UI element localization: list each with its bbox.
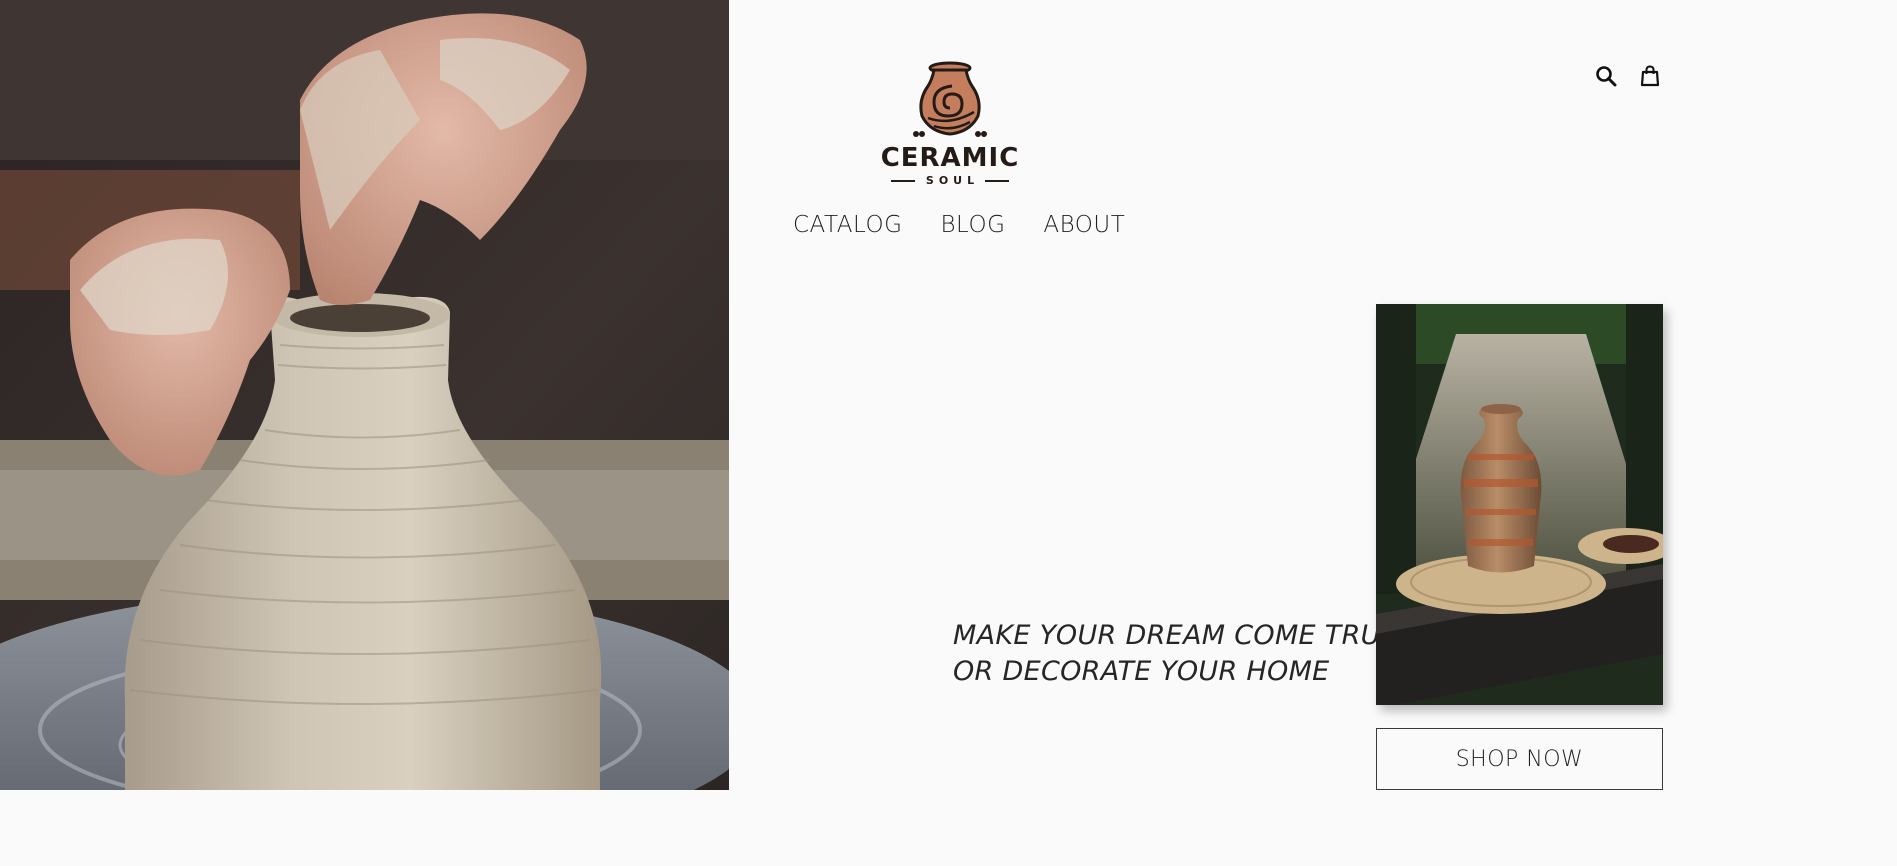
brand-sub-row: SOUL xyxy=(880,174,1020,187)
nav-item-about[interactable]: ABOUT xyxy=(1043,212,1125,238)
hero-tagline-line2: OR DECORATE YOUR HOME xyxy=(953,656,1330,687)
featured-product-image[interactable] xyxy=(1376,304,1663,705)
header-actions xyxy=(1594,64,1662,88)
hero-tagline-line1: MAKE YOUR DREAM COME TRUE xyxy=(953,620,1399,651)
pot-spiral-icon xyxy=(913,61,987,137)
nav-item-catalog[interactable]: CATALOG xyxy=(793,212,902,238)
divider xyxy=(890,179,915,182)
shopping-bag-icon xyxy=(1640,65,1660,87)
search-button[interactable] xyxy=(1594,64,1618,88)
cart-button[interactable] xyxy=(1638,64,1662,88)
brand-name: CERAMIC xyxy=(880,143,1020,173)
nav-item-blog[interactable]: BLOG xyxy=(940,212,1005,238)
hero-tagline: MAKE YOUR DREAM COME TRUE OR DECORATE YO… xyxy=(953,618,1399,690)
shop-now-button[interactable]: SHOP NOW xyxy=(1376,728,1663,790)
search-icon xyxy=(1596,66,1617,87)
brand-subtitle: SOUL xyxy=(925,174,980,187)
main-nav: CATALOG BLOG ABOUT xyxy=(793,212,1125,238)
divider xyxy=(985,179,1010,182)
brand-logo[interactable]: CERAMIC SOUL xyxy=(880,60,1020,190)
hero-image-pottery-wheel xyxy=(0,0,729,790)
